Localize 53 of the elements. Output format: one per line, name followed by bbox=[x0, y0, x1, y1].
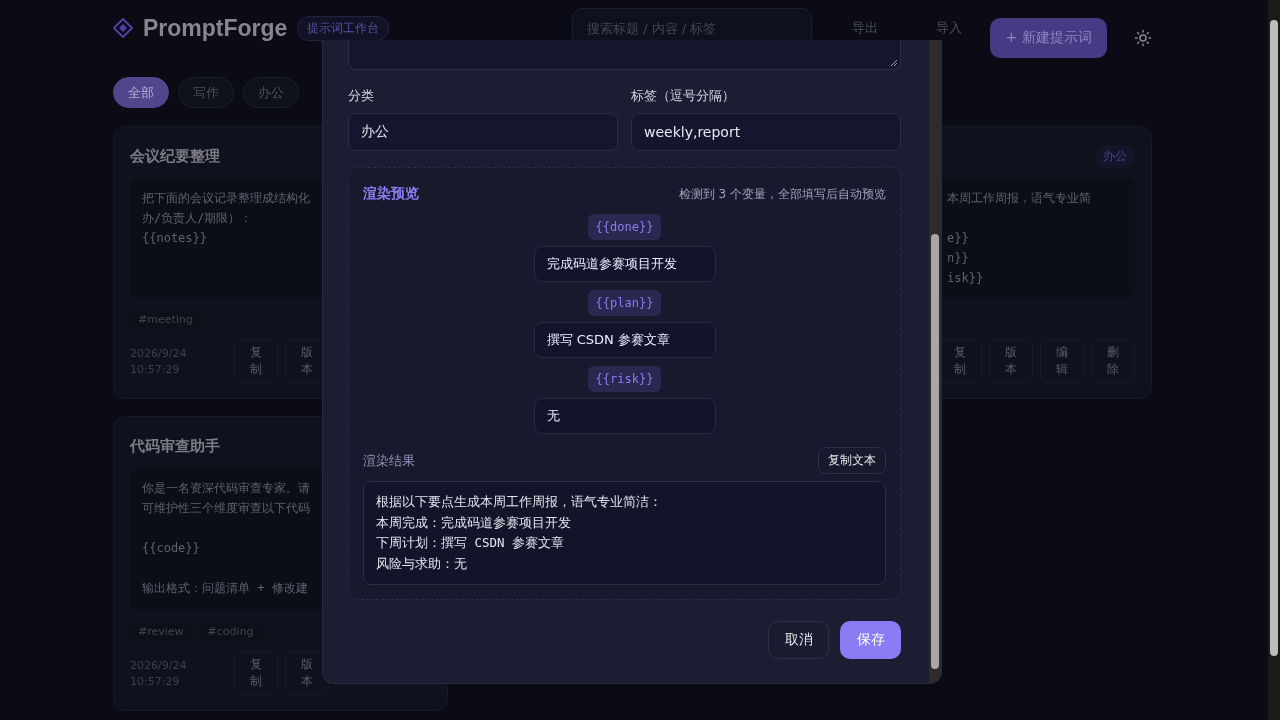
app-badge: 提示词工作台 bbox=[297, 15, 390, 41]
variables-hint: 检测到 3 个变量，全部填写后自动预览 bbox=[678, 185, 886, 203]
prompt-line: e}} bbox=[947, 230, 969, 247]
card-title: 代码审查助手 bbox=[130, 436, 220, 456]
prompt-line: 你是一名资深代码审查专家。请 bbox=[142, 480, 310, 497]
new-prompt-button[interactable]: + 新建提示词 bbox=[990, 18, 1107, 58]
save-button[interactable]: 保存 bbox=[840, 621, 901, 659]
variable-field[interactable]: 无 bbox=[533, 398, 716, 434]
prompt-line: 本周工作周报，语气专业简 bbox=[947, 190, 1091, 207]
action-button[interactable]: 版本 bbox=[989, 339, 1033, 383]
prompt-line: {{code}} bbox=[142, 540, 200, 557]
tags-field[interactable]: weekly,report bbox=[631, 113, 901, 151]
category-tag: 办公 bbox=[1095, 144, 1135, 168]
header-link[interactable]: 导出 bbox=[852, 19, 878, 37]
resize-handle-icon[interactable] bbox=[890, 59, 898, 67]
dialog-scrollbar[interactable] bbox=[929, 40, 941, 683]
prompt-line: isk}} bbox=[947, 270, 984, 287]
result-line: 根据以下要点生成本周工作周报，语气专业简洁： bbox=[376, 493, 662, 511]
variable-field[interactable]: 撰写 CSDN 参赛文章 bbox=[533, 322, 716, 358]
card-title: 会议纪要整理 bbox=[130, 146, 220, 166]
category-field[interactable]: 办公 bbox=[348, 113, 618, 151]
preview-title: 渲染预览 bbox=[363, 185, 419, 203]
filter-chip[interactable]: 全部 bbox=[113, 77, 169, 108]
variable-field[interactable]: 完成码道参赛项目开发 bbox=[533, 246, 716, 282]
prompt-line: 可维护性三个维度审查以下代码 bbox=[142, 500, 310, 517]
diamond-logo-icon bbox=[113, 18, 133, 38]
page-scrollbar[interactable] bbox=[1268, 0, 1280, 720]
prompt-line: {{notes}} bbox=[142, 230, 208, 247]
variable-name: {{plan}} bbox=[587, 290, 662, 316]
result-line: 下周计划：撰写 CSDN 参赛文章 bbox=[376, 534, 565, 552]
prompt-line: 输出格式：问题清单 + 修改建 bbox=[142, 580, 308, 597]
prompt-line: n}} bbox=[947, 250, 969, 267]
action-button[interactable]: 删除 bbox=[1091, 339, 1135, 383]
result-line: 本周完成：完成码道参赛项目开发 bbox=[376, 513, 571, 532]
prompt-line: 办/负责人/期限）： bbox=[142, 210, 253, 227]
filter-chip[interactable]: 写作 bbox=[178, 77, 234, 108]
header-link[interactable]: 导入 bbox=[936, 19, 962, 37]
app-logo: PromptForge bbox=[143, 14, 288, 42]
variable-name: {{done}} bbox=[587, 214, 662, 240]
result-line: 风险与求助：无 bbox=[376, 554, 467, 573]
cancel-button[interactable]: 取消 bbox=[768, 621, 829, 659]
variable-name: {{risk}} bbox=[587, 366, 662, 392]
theme-sun-icon[interactable] bbox=[1134, 29, 1152, 47]
copy-text-button[interactable]: 复制文本 bbox=[818, 447, 886, 474]
action-button[interactable]: 复制 bbox=[234, 339, 278, 383]
field-label: 标签（逗号分隔） bbox=[631, 87, 736, 105]
field-label: 分类 bbox=[348, 87, 375, 105]
action-button[interactable]: 版本 bbox=[285, 651, 329, 695]
prompt-line: 把下面的会议记录整理成结构化 bbox=[142, 190, 310, 207]
action-button[interactable]: 复制 bbox=[234, 651, 278, 695]
result-label: 渲染结果 bbox=[363, 451, 415, 470]
filter-chip[interactable]: 办公 bbox=[243, 77, 299, 108]
action-button[interactable]: 编辑 bbox=[1040, 339, 1084, 383]
